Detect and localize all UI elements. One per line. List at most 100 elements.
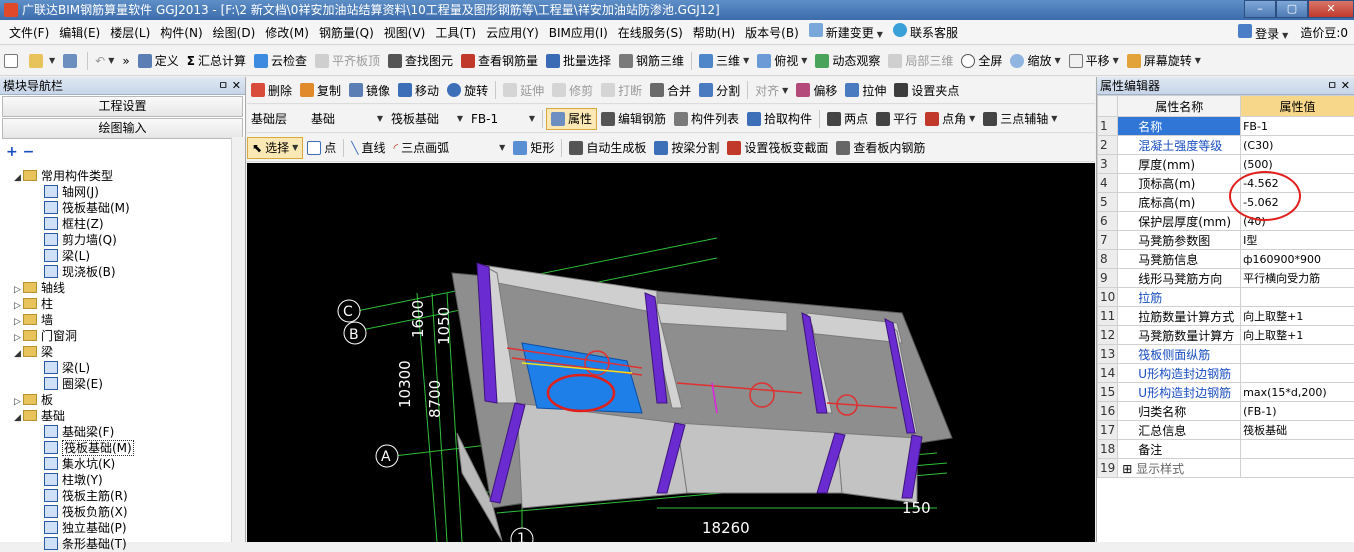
property-value[interactable]: ф160900*900 xyxy=(1241,250,1354,269)
set-variable-section-button[interactable]: 设置筏板变截面 xyxy=(723,134,832,161)
property-row[interactable]: 2混凝土强度等级(C30) xyxy=(1098,136,1354,155)
rotate-button[interactable]: 旋转 xyxy=(443,77,492,103)
tree-item[interactable]: 筏板主筋(R) xyxy=(0,488,245,504)
property-row[interactable]: 7马凳筋参数图Ⅰ型 xyxy=(1098,231,1354,250)
dynamic-observe-button[interactable]: 动态观察 xyxy=(811,46,884,75)
model-3d-view[interactable]: C B A 1 1600 1050 10300 8700 18260 150 xyxy=(247,163,1095,542)
batch-select-button[interactable]: 批量选择 xyxy=(542,46,615,75)
menu-version[interactable]: 版本号(B) xyxy=(740,24,804,41)
tree-item[interactable]: 梁(L) xyxy=(0,360,245,376)
menu-modify[interactable]: 修改(M) xyxy=(260,24,314,41)
stretch-button[interactable]: 拉伸 xyxy=(841,77,890,103)
tree-item[interactable]: 独立基础(P) xyxy=(0,520,245,536)
line-tool-button[interactable]: ╲直线 xyxy=(347,134,389,161)
menu-file[interactable]: 文件(F) xyxy=(4,24,54,41)
property-value[interactable] xyxy=(1241,440,1354,459)
tree-item[interactable]: 筏板基础(M) xyxy=(0,200,245,216)
menu-edit[interactable]: 编辑(E) xyxy=(54,24,105,41)
extend-button[interactable]: 延伸 xyxy=(499,77,548,103)
pan-button[interactable]: 平移▼ xyxy=(1065,46,1123,75)
menu-online[interactable]: 在线服务(S) xyxy=(613,24,688,41)
overflow-chevron[interactable]: » xyxy=(118,46,133,75)
define-button[interactable]: 定义 xyxy=(134,46,183,75)
tree-item[interactable]: ▷轴线 xyxy=(0,280,245,296)
property-value[interactable] xyxy=(1241,459,1354,478)
merge-button[interactable]: 合并 xyxy=(646,77,695,103)
property-row[interactable]: 19⊞ 显示样式 xyxy=(1098,459,1354,478)
menu-new-change[interactable]: 新建变更▼ xyxy=(804,23,888,41)
tree-item[interactable]: 筏板负筋(X) xyxy=(0,504,245,520)
tree-item[interactable]: ◢常用构件类型 xyxy=(0,168,245,184)
property-value[interactable]: (FB-1) xyxy=(1241,402,1354,421)
tree-item[interactable]: ◢梁 xyxy=(0,344,245,360)
wall-front-2[interactable] xyxy=(677,423,842,493)
screen-rotate-button[interactable]: 屏幕旋转▼ xyxy=(1123,46,1205,75)
category-select[interactable]: 基础▼ xyxy=(307,105,387,132)
parallel-button[interactable]: 平行 xyxy=(872,105,921,132)
break-button[interactable]: 打断 xyxy=(597,77,646,103)
menu-floor[interactable]: 楼层(L) xyxy=(105,24,155,41)
view-rebar-qty-button[interactable]: 查看钢筋量 xyxy=(457,46,542,75)
tree-item[interactable]: ▷墙 xyxy=(0,312,245,328)
rebar-3d-button[interactable]: 钢筋三维 xyxy=(615,46,688,75)
open-button[interactable]: ▼ xyxy=(25,46,59,75)
minus-icon[interactable]: − xyxy=(23,144,35,160)
property-row[interactable]: 17汇总信息筏板基础 xyxy=(1098,421,1354,440)
property-value[interactable]: Ⅰ型 xyxy=(1241,231,1354,250)
menu-member[interactable]: 构件(N) xyxy=(155,24,207,41)
property-row[interactable]: 13筏板侧面纵筋 xyxy=(1098,345,1354,364)
menu-cloud[interactable]: 云应用(Y) xyxy=(481,24,544,41)
property-value[interactable] xyxy=(1241,364,1354,383)
type-select[interactable]: 筏板基础▼ xyxy=(387,105,467,132)
tree-item[interactable]: 柱墩(Y) xyxy=(0,472,245,488)
menu-draw[interactable]: 绘图(D) xyxy=(208,24,261,41)
fullscreen-button[interactable]: 全屏 xyxy=(957,46,1006,75)
offset-button[interactable]: 偏移 xyxy=(792,77,841,103)
property-row[interactable]: 8马凳筋信息ф160900*900 xyxy=(1098,250,1354,269)
pin-close-icons[interactable]: ㅁ ✕ xyxy=(1327,77,1350,95)
tree-item[interactable]: 筏板基础(M) xyxy=(0,440,245,456)
menu-view[interactable]: 视图(V) xyxy=(379,24,431,41)
property-row[interactable]: 12马凳筋数量计算方向上取整+1 xyxy=(1098,326,1354,345)
menu-support[interactable]: 联系客服 xyxy=(888,23,963,41)
property-value[interactable]: max(15*d,200) xyxy=(1241,383,1354,402)
copy-button[interactable]: 复制 xyxy=(296,77,345,103)
view-3d-button[interactable]: 三维▼ xyxy=(695,46,753,75)
property-value[interactable]: 平行横向受力筋 xyxy=(1241,269,1354,288)
maximize-button[interactable]: ▢ xyxy=(1276,0,1308,18)
property-row[interactable]: 1名称FB-1 xyxy=(1098,117,1354,136)
tree-item[interactable]: ▷门窗洞 xyxy=(0,328,245,344)
delete-button[interactable]: 删除 xyxy=(247,77,296,103)
two-points-button[interactable]: 两点 xyxy=(823,105,872,132)
split-by-beam-button[interactable]: 按梁分割 xyxy=(650,134,723,161)
pick-member-button[interactable]: 拾取构件 xyxy=(743,105,816,132)
property-row[interactable]: 6保护层厚度(mm)(40) xyxy=(1098,212,1354,231)
property-row[interactable]: 4顶标高(m)-4.562 xyxy=(1098,174,1354,193)
tree-scrollbar[interactable] xyxy=(231,137,245,542)
property-value[interactable]: 向上取整+1 xyxy=(1241,307,1354,326)
expand-plus-icon[interactable]: ⊞ xyxy=(1122,462,1136,476)
tree-item[interactable]: 集水坑(K) xyxy=(0,456,245,472)
trim-button[interactable]: 修剪 xyxy=(548,77,597,103)
new-file-button[interactable] xyxy=(0,46,25,75)
expand-collapse-all[interactable]: + − xyxy=(0,140,245,164)
tree-item[interactable]: 框柱(Z) xyxy=(0,216,245,232)
property-row[interactable]: 10拉筋 xyxy=(1098,288,1354,307)
property-value[interactable]: (C30) xyxy=(1241,136,1354,155)
property-row[interactable]: 3厚度(mm)(500) xyxy=(1098,155,1354,174)
tree-item[interactable]: 梁(L) xyxy=(0,248,245,264)
tree-item[interactable]: 轴网(J) xyxy=(0,184,245,200)
select-tool-button[interactable]: ⬉选择▼ xyxy=(247,137,303,159)
zoom-button[interactable]: 缩放▼ xyxy=(1006,46,1064,75)
property-row[interactable]: 14U形构造封边钢筋 xyxy=(1098,364,1354,383)
three-point-axis-button[interactable]: 三点辅轴▼ xyxy=(979,105,1061,132)
tree-item[interactable]: 剪力墙(Q) xyxy=(0,232,245,248)
move-button[interactable]: 移动 xyxy=(394,77,443,103)
local-3d-button[interactable]: 局部三维 xyxy=(884,46,957,75)
property-value[interactable]: 向上取整+1 xyxy=(1241,326,1354,345)
menu-bim[interactable]: BIM应用(I) xyxy=(544,24,613,41)
arc-tool-button[interactable]: ◜三点画弧▼ xyxy=(390,134,510,161)
property-value[interactable] xyxy=(1241,288,1354,307)
property-value[interactable] xyxy=(1241,345,1354,364)
auto-generate-slab-button[interactable]: 自动生成板 xyxy=(565,134,650,161)
